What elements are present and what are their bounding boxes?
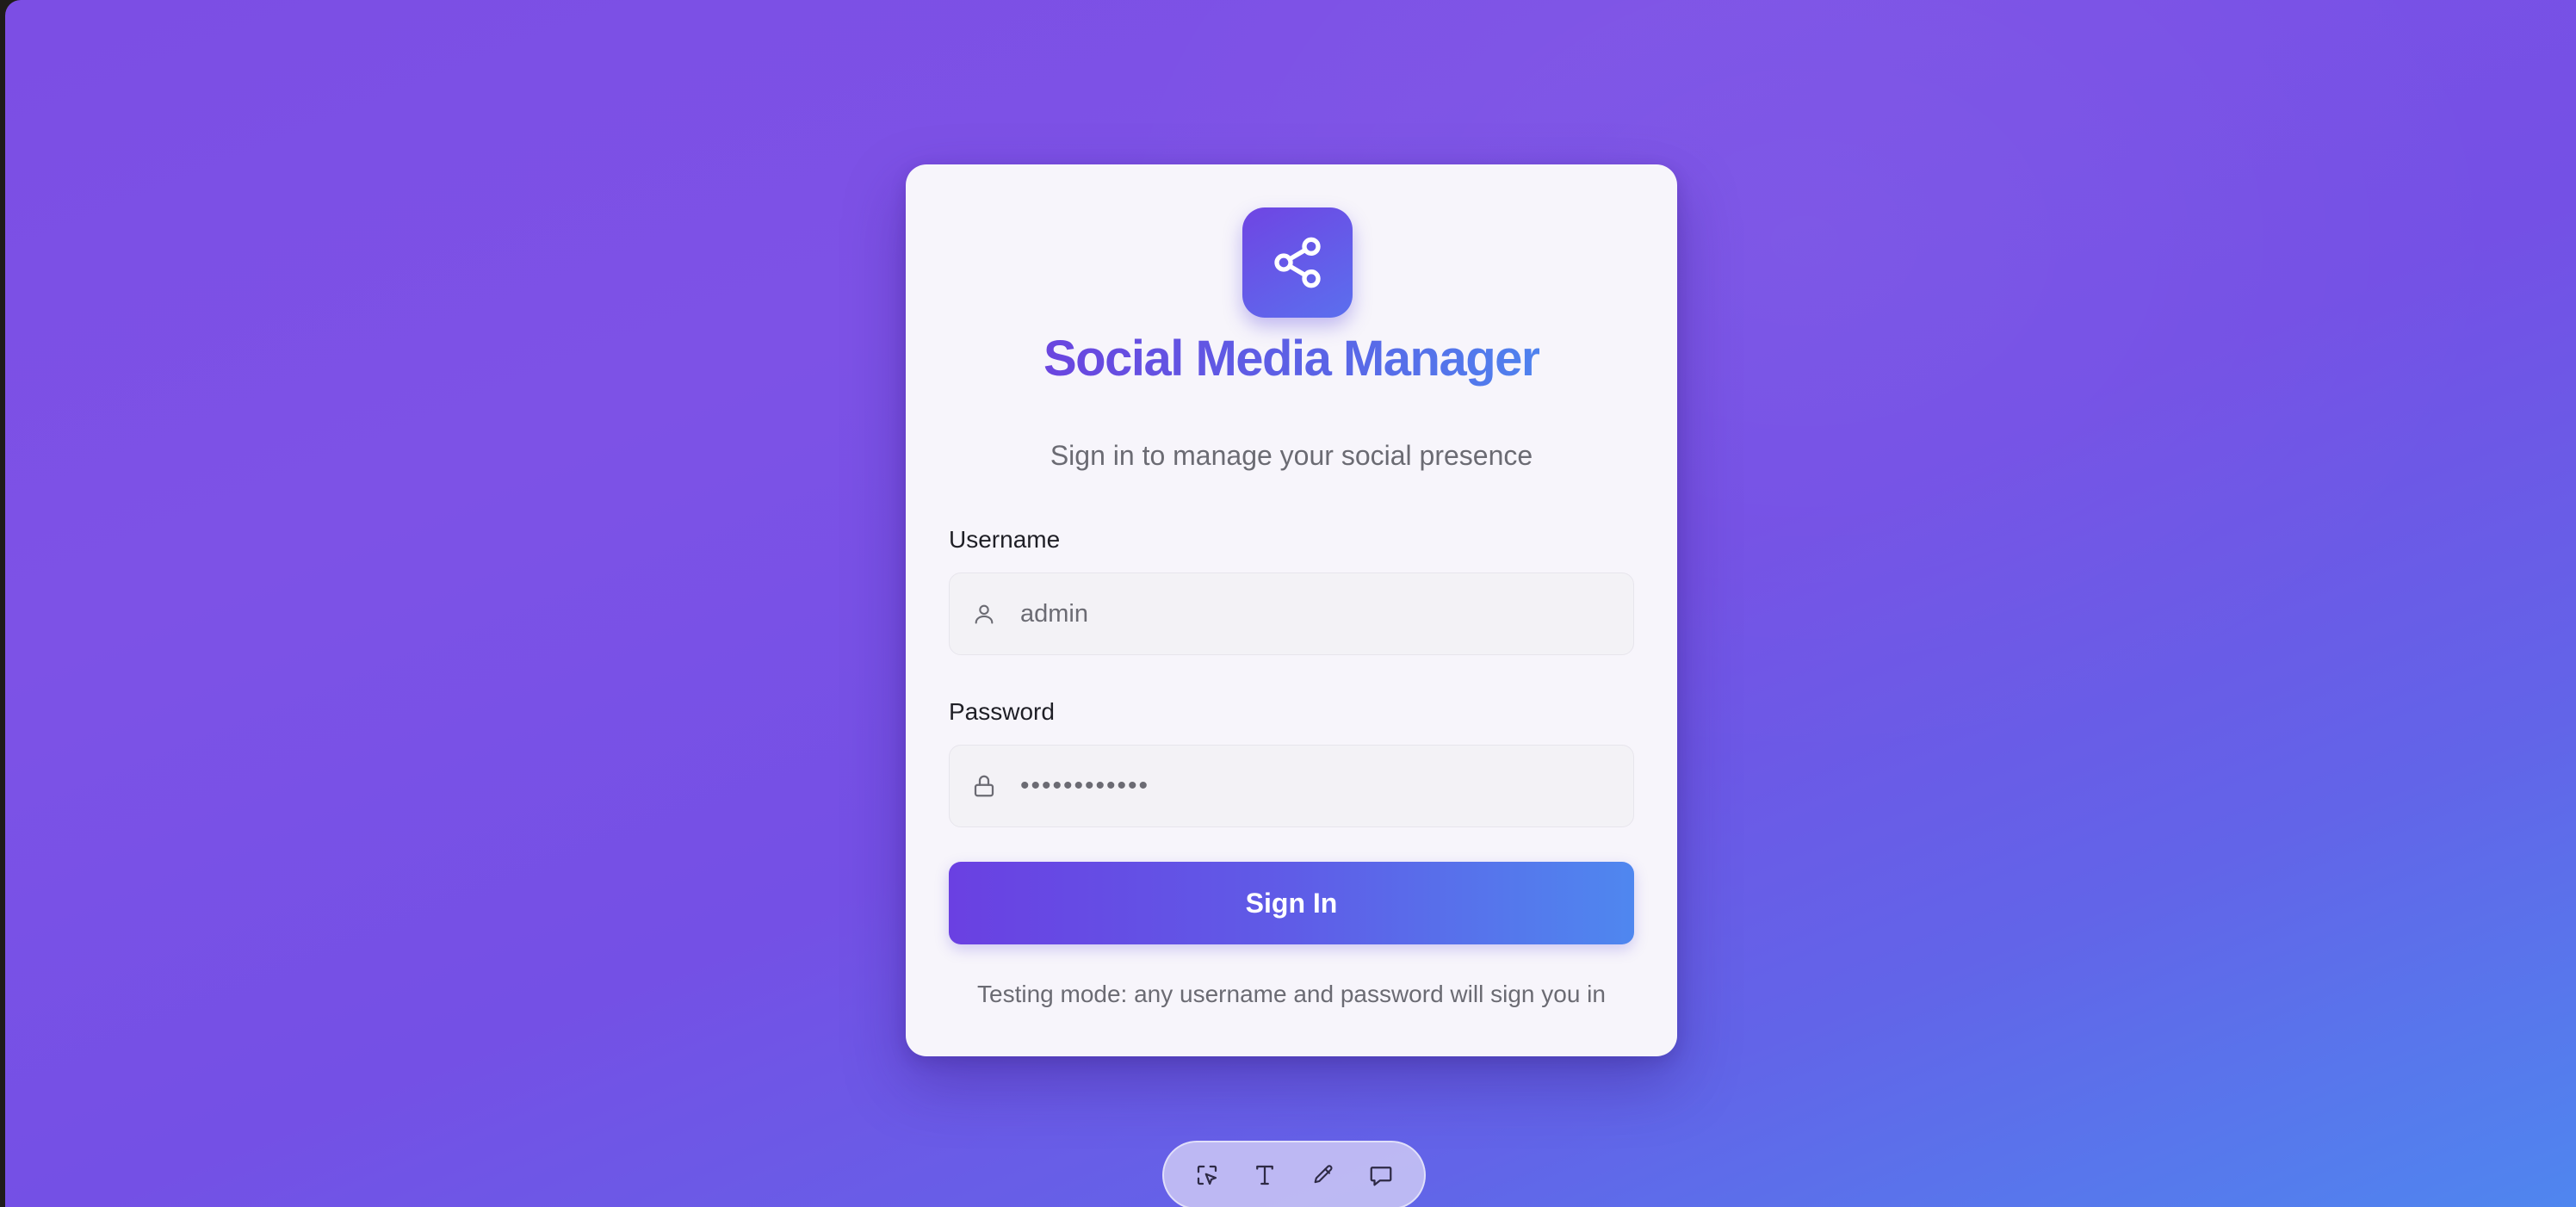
comment-icon[interactable] [1359, 1153, 1403, 1198]
select-element-icon[interactable] [1185, 1153, 1229, 1198]
testing-mode-hint: Testing mode: any username and password … [977, 981, 1606, 1007]
annotation-toolbar [1162, 1141, 1426, 1207]
user-icon [967, 602, 1001, 626]
password-label: Password [949, 698, 1055, 725]
lock-icon [967, 773, 1001, 799]
password-field[interactable]: •••••••••••• [949, 745, 1634, 827]
pencil-icon[interactable] [1301, 1153, 1346, 1198]
sign-in-button[interactable]: Sign In [949, 862, 1634, 944]
share-icon [1274, 237, 1321, 288]
username-value: admin [1020, 599, 1088, 628]
app-viewport: Social Media Manager Sign in to manage y… [5, 0, 2576, 1207]
login-card: Social Media Manager Sign in to manage y… [906, 164, 1677, 1056]
text-icon[interactable] [1242, 1153, 1287, 1198]
page-subtitle: Sign in to manage your social presence [1050, 440, 1533, 471]
username-field[interactable]: admin [949, 573, 1634, 655]
password-value: •••••••••••• [1020, 771, 1150, 800]
app-logo [1242, 207, 1353, 318]
page-title: Social Media Manager [1043, 331, 1540, 387]
username-label: Username [949, 526, 1061, 553]
